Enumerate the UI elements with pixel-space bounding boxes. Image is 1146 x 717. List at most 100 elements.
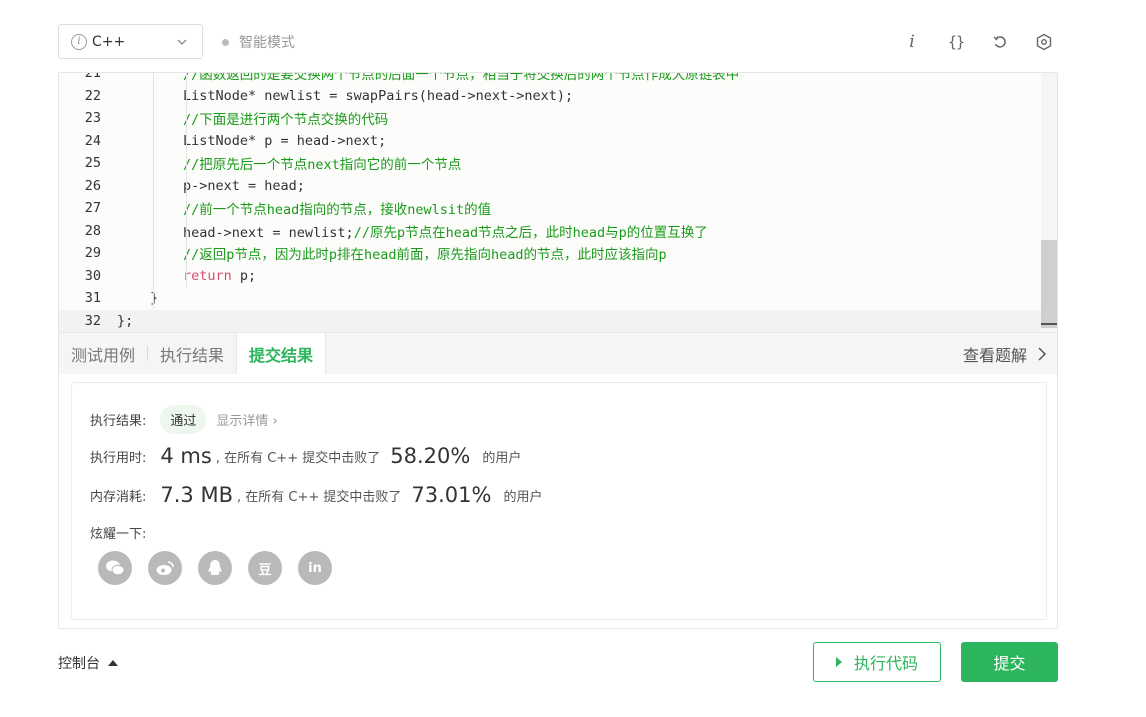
settings-icon[interactable] [1022, 28, 1066, 56]
line-number: 21 [84, 73, 101, 82]
code-line[interactable]: 22 ListNode* newlist = swapPairs(head->ne… [59, 85, 1041, 108]
runtime-row: 执行用时: 4 ms , 在所有 C++ 提交中击败了 58.20% 的用户 [90, 444, 521, 468]
code-line[interactable]: 31} [59, 287, 1041, 310]
view-solutions-label: 查看题解 [962, 346, 1027, 365]
result-tabs: 测试用例 执行结果 提交结果 查看题解 [59, 332, 1057, 374]
status-label: 执行结果: [90, 414, 147, 429]
smart-mode-toggle[interactable]: 智能模式 [222, 32, 295, 52]
reset-icon[interactable] [978, 28, 1022, 56]
share-row-label: 炫耀一下: [90, 523, 146, 542]
code-text: //返回p节点，因为此时p排在head前面，原先指向head的节点，此时应该指向… [183, 243, 667, 263]
code-token: head->next = newlist; [183, 224, 354, 241]
line-number: 23 [84, 110, 101, 127]
format-braces-icon[interactable]: {} [934, 28, 978, 56]
runtime-text: , 在所有 C++ 提交中击败了 [215, 450, 381, 466]
chevron-down-icon [177, 39, 187, 45]
code-text: } [150, 290, 158, 306]
line-number: 32 [84, 312, 101, 329]
code-text: //函数返回的是要交换两个节点的后面一个节点，相当于将交换后的两个节点作成大原链… [183, 73, 739, 83]
code-text: //下面是进行两个节点交换的代码 [183, 108, 388, 128]
editor-toolbar: i {} [890, 28, 1066, 56]
code-text: ListNode* newlist = swapPairs(head->next… [183, 88, 573, 104]
code-line[interactable]: 32}; [59, 309, 1041, 332]
code-line[interactable]: 30 return p; [59, 265, 1041, 288]
runtime-suffix: 的用户 [482, 450, 522, 466]
status-dot [222, 38, 229, 46]
line-number: 22 [84, 87, 101, 104]
code-text: //把原先后一个节点next指向它的前一个节点 [183, 153, 461, 173]
code-text: head->next = newlist;//原先p节点在head节点之后，此时… [183, 221, 708, 241]
line-number: 30 [84, 267, 101, 284]
runtime-value: 4 ms [160, 444, 212, 468]
douban-icon[interactable]: 豆 [248, 551, 282, 585]
memory-label: 内存消耗: [90, 489, 147, 505]
code-token: } [150, 290, 159, 307]
memory-row: 内存消耗: 7.3 MB , 在所有 C++ 提交中击败了 73.01% 的用户 [90, 483, 543, 507]
code-line[interactable]: 24 ListNode* p = head->next; [59, 130, 1041, 153]
show-details-link[interactable]: 显示详情 › [216, 410, 277, 429]
line-number: 31 [84, 290, 101, 307]
code-token: p->next = head; [183, 177, 305, 194]
code-comment: //下面是进行两个节点交换的代码 [183, 112, 389, 129]
info-icon[interactable]: i [890, 28, 934, 56]
code-line[interactable]: 23 //下面是进行两个节点交换的代码 [59, 107, 1041, 130]
code-text: }; [117, 313, 133, 329]
chevron-right-icon [1038, 347, 1047, 361]
weibo-icon[interactable] [148, 551, 182, 585]
runtime-percent: 58.20% [390, 444, 471, 468]
code-comment: //原先p节点在head节点之后，此时head与p的位置互换了 [353, 224, 708, 241]
tab-submit-result[interactable]: 提交结果 [236, 333, 327, 374]
language-select[interactable]: i C++ [58, 24, 203, 59]
editor-panel: 21 //函数返回的是要交换两个节点的后面一个节点，相当于将交换后的两个节点作成大… [58, 72, 1058, 629]
submission-result-card: 执行结果: 通过 显示详情 › 执行用时: 4 ms , 在所有 C++ 提交中… [71, 382, 1047, 620]
scrollbar-thumb[interactable] [1041, 240, 1057, 328]
code-line[interactable]: 27 //前一个节点head指向的节点，接收newlsit的值 [59, 197, 1041, 220]
smart-mode-label: 智能模式 [239, 35, 295, 51]
line-number: 27 [84, 200, 101, 217]
code-line[interactable]: 25 //把原先后一个节点next指向它的前一个节点 [59, 152, 1041, 175]
console-label: 控制台 [58, 656, 100, 672]
code-text: //前一个节点head指向的节点，接收newlsit的值 [183, 198, 491, 218]
share-label: 炫耀一下: [90, 527, 147, 542]
scrollbar-marker [1041, 323, 1057, 325]
tab-test-cases[interactable]: 测试用例 [59, 333, 147, 374]
share-icons: 豆 in [98, 551, 348, 585]
code-comment: //前一个节点head指向的节点，接收newlsit的值 [183, 202, 492, 219]
line-number: 24 [84, 132, 101, 149]
code-line[interactable]: 28 head->next = newlist;//原先p节点在head节点之后，… [59, 220, 1041, 243]
code-token: ListNode* newlist = swapPairs(head->next… [183, 87, 574, 104]
editor-scrollbar[interactable] [1041, 73, 1057, 332]
wechat-icon[interactable] [98, 551, 132, 585]
code-token: p; [231, 267, 257, 284]
line-number: 26 [84, 177, 101, 194]
run-code-button[interactable]: 执行代码 [813, 642, 941, 682]
qq-icon[interactable] [198, 551, 232, 585]
line-number: 29 [84, 245, 101, 262]
tab-run-result[interactable]: 执行结果 [148, 333, 236, 374]
code-token: ListNode* p = head->next; [183, 132, 387, 149]
status-row: 执行结果: 通过 显示详情 › [90, 405, 278, 434]
view-solutions-link[interactable]: 查看题解 [963, 333, 1047, 375]
code-keyword: return [183, 267, 232, 284]
code-line[interactable]: 29 //返回p节点，因为此时p排在head前面，原先指向head的节点，此时应该… [59, 242, 1041, 265]
indent-guide [153, 73, 154, 309]
linkedin-icon[interactable]: in [298, 551, 332, 585]
memory-suffix: 的用户 [503, 489, 543, 505]
show-details-label: 显示详情 [216, 414, 269, 429]
code-token: }; [117, 312, 134, 329]
code-line[interactable]: 26 p->next = head; [59, 175, 1041, 198]
code-text: return p; [183, 268, 256, 284]
indent-guide [186, 73, 187, 287]
line-number: 28 [84, 222, 101, 239]
memory-text: , 在所有 C++ 提交中击败了 [237, 489, 402, 505]
code-text: ListNode* p = head->next; [183, 133, 386, 149]
submit-button[interactable]: 提交 [961, 642, 1058, 682]
code-text: p->next = head; [183, 178, 305, 194]
line-number: 25 [84, 155, 101, 172]
status-badge: 通过 [160, 405, 207, 434]
code-editor[interactable]: 21 //函数返回的是要交换两个节点的后面一个节点，相当于将交换后的两个节点作成大… [59, 73, 1057, 332]
code-line[interactable]: 21 //函数返回的是要交换两个节点的后面一个节点，相当于将交换后的两个节点作成大… [59, 73, 1041, 85]
console-toggle[interactable]: 控制台 [58, 653, 118, 673]
code-comment: //返回p节点，因为此时p排在head前面，原先指向head的节点，此时应该指向… [183, 247, 667, 264]
caret-up-icon [108, 660, 118, 666]
